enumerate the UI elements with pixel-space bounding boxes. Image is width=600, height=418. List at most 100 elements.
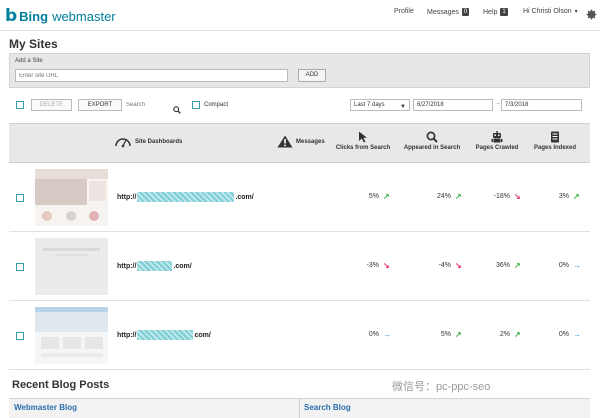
trend-flat-icon: → [573,261,581,270]
site-url-prefix: http:// [117,331,137,339]
magnifier-icon [426,131,438,143]
indexed-change: 0% [558,331,569,338]
trend-up-icon: ↗ [455,330,462,339]
column-clicks-label: Clicks from Search [335,145,391,151]
column-appeared-label: Appeared in Search [403,145,461,151]
watermark-text: 微信号：pc-ppc-seo [392,381,491,393]
tab-webmaster-blog[interactable]: Webmaster Blog [14,403,77,412]
nav-help-label: Help [483,8,498,16]
nav-profile[interactable]: Profile [394,8,414,15]
indexed-change: 3% [558,193,569,200]
column-site-dashboards[interactable]: Site Dashboards [114,135,182,148]
delete-button[interactable]: DELETE [31,99,72,111]
messages-count-badge: 0 [461,8,470,16]
trend-up-icon: ↗ [455,192,462,201]
appeared-change: 5% [440,331,451,338]
search-icon-svg [173,106,181,114]
document-stack-icon [551,131,559,143]
nav-messages-label: Messages [427,8,459,16]
compact-checkbox[interactable] [192,101,200,109]
search-input[interactable] [126,99,170,111]
page-title: My Sites [9,37,58,51]
indexed-change: 0% [558,262,569,269]
appeared-change: 24% [436,193,451,200]
table-row[interactable]: http:// .com/ -3% ↘ -4% ↘ 36% ↗ 0% → [9,232,590,301]
recent-blog-posts-heading: Recent Blog Posts [12,379,110,391]
site-url-suffix: .com/ [235,193,254,201]
column-indexed-label: Pages Indexed [533,145,577,151]
row-checkbox[interactable] [16,263,24,271]
site-thumbnail[interactable] [35,238,108,295]
bing-webmaster-logo[interactable]: b Bing webmaster [5,6,116,26]
chevron-down-icon: ▼ [400,104,406,110]
trend-up-icon: ↗ [514,261,521,270]
crawled-change: -18% [493,193,510,200]
warning-icon [277,135,293,148]
trend-up-icon: ↗ [383,192,390,201]
row-checkbox[interactable] [16,332,24,340]
nav-help[interactable]: Help 1 [483,8,508,16]
site-thumbnail-image [35,307,108,364]
add-site-button[interactable]: ADD [298,69,326,82]
site-url-prefix: http:// [117,193,137,201]
trend-up-icon: ↗ [514,330,521,339]
crawled-change: 36% [495,262,510,269]
nav-profile-label: Profile [394,8,414,15]
appeared-change: -4% [438,262,451,269]
crawled-change: 2% [499,331,510,338]
trend-up-icon: ↗ [573,192,580,201]
trend-flat-icon: → [383,330,391,339]
site-thumbnail[interactable] [35,307,108,364]
column-pages-crawled[interactable]: Pages Crawled [471,131,523,151]
gear-icon[interactable] [585,8,598,21]
site-thumbnail-image [35,238,108,295]
user-greeting: Hi Christi Olson [523,8,572,15]
date-range-dash: - [497,101,499,107]
site-url-suffix: .com/ [173,262,192,270]
bing-logo-icon: b [5,6,18,26]
start-date-input[interactable]: 6/27/2018 [413,99,493,111]
column-messages[interactable]: Messages [277,135,325,148]
site-thumbnail[interactable] [35,169,108,226]
select-all-checkbox[interactable] [16,101,24,109]
logo-brand-name: Bing [19,8,49,24]
date-range-value: Last 7 days [354,102,385,108]
trend-down-icon: ↘ [455,261,462,270]
search-icon[interactable] [173,101,181,114]
nav-messages[interactable]: Messages 0 [427,8,470,16]
blog-tabs-divider [299,398,300,418]
row-checkbox[interactable] [16,194,24,202]
tab-search-blog[interactable]: Search Blog [304,403,351,412]
export-button[interactable]: EXPORT [78,99,122,111]
clicks-change: -3% [366,262,379,269]
column-crawled-label: Pages Crawled [475,145,519,151]
user-menu[interactable]: Hi Christi Olson ▾ [523,8,578,15]
site-url-input[interactable] [15,69,288,82]
robot-icon [491,131,503,143]
speedometer-icon [115,138,131,148]
site-url-link[interactable]: http:// .com/ [117,261,192,271]
redacted-domain [137,192,235,202]
redacted-domain [137,330,194,340]
column-site-dashboards-label: Site Dashboards [135,138,183,145]
help-count-badge: 1 [500,8,508,16]
site-url-link[interactable]: http:// com/ [117,330,211,340]
logo-product-name: webmaster [52,8,116,24]
redacted-domain [137,261,173,271]
end-date-input[interactable]: 7/3/2018 [501,99,582,111]
column-messages-label: Messages [296,138,325,145]
site-url-suffix: com/ [194,331,211,339]
trend-flat-icon: → [573,330,581,339]
site-url-prefix: http:// [117,262,137,270]
site-url-link[interactable]: http:// .com/ [117,192,254,202]
user-menu-caret-icon: ▾ [574,9,578,15]
add-site-label: Add a Site [15,58,43,64]
table-row[interactable]: http:// .com/ 5% ↗ 24% ↗ -18% ↘ 3% ↗ [9,163,590,232]
table-row[interactable]: http:// com/ 0% → 5% ↗ 2% ↗ 0% → [9,301,590,370]
column-clicks-from-search[interactable]: Clicks from Search [332,131,394,151]
column-appeared-in-search[interactable]: Appeared in Search [399,131,465,151]
date-range-select[interactable]: Last 7 days ▼ [350,99,410,111]
compact-label: Compact [204,102,229,108]
column-pages-indexed[interactable]: Pages Indexed [529,131,581,151]
clicks-change: 0% [368,331,379,338]
